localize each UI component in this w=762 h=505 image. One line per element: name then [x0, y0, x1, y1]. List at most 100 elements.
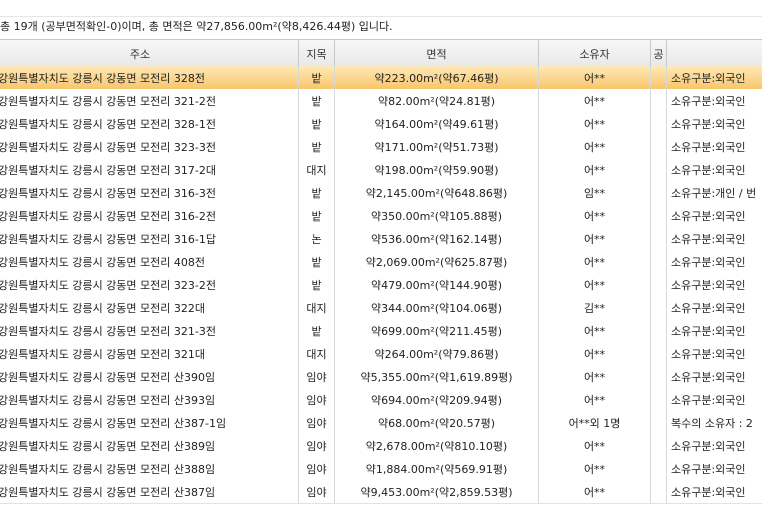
table-row[interactable]: 강원특별자치도 강릉시 강동면 모전리 321대 대지 약264.00m²(약79.…	[0, 342, 762, 366]
cell-jimok: 밭	[299, 112, 335, 135]
table-row[interactable]: 강원특별자치도 강릉시 강동면 모전리 316-3전 밭 약2,145.00m²(약…	[0, 181, 762, 205]
table-row[interactable]: 강원특별자치도 강릉시 강동면 모전리 408전 밭 약2,069.00m²(약62…	[0, 250, 762, 274]
cell-address: 강원특별자치도 강릉시 강동면 모전리 산390임	[0, 365, 299, 388]
cell-area: 약223.00m²(약67.46평)	[335, 66, 539, 89]
cell-area: 약536.00m²(약162.14평)	[335, 227, 539, 250]
cell-gong	[651, 388, 667, 411]
col-header-jimok[interactable]: 지목	[299, 40, 335, 67]
cell-note: 소유구분:외국인	[671, 347, 746, 361]
cell-address: 강원특별자치도 강릉시 강동면 모전리 산393임	[0, 388, 299, 411]
cell-gong	[651, 204, 667, 227]
cell-owner: 어**	[539, 388, 651, 411]
table-row[interactable]: 강원특별자치도 강릉시 강동면 모전리 산393임 임야 약694.00m²(약20…	[0, 388, 762, 412]
cell-owner: 어**	[539, 135, 651, 158]
cell-jimok: 밭	[299, 273, 335, 296]
col-header-note[interactable]	[667, 40, 762, 67]
table-row[interactable]: 강원특별자치도 강릉시 강동면 모전리 316-2전 밭 약350.00m²(약10…	[0, 204, 762, 228]
summary-text: 총 19개 (공부면적확인-0)이며, 총 면적은 약27,856.00m²(약…	[0, 17, 762, 37]
cell-note: 소유구분:외국인	[671, 301, 746, 315]
cell-note: 소유구분:외국인	[671, 163, 746, 177]
table-header: 주소 지목 면적 소유자 공	[0, 39, 762, 68]
cell-gong	[651, 66, 667, 89]
cell-area: 약164.00m²(약49.61평)	[335, 112, 539, 135]
cell-note: 소유구분:외국인	[671, 462, 746, 476]
cell-area: 약82.00m²(약24.81평)	[335, 89, 539, 112]
cell-jimok: 밭	[299, 319, 335, 342]
cell-jimok: 임야	[299, 457, 335, 480]
cell-gong	[651, 342, 667, 365]
cell-jimok: 임야	[299, 365, 335, 388]
cell-owner: 어**외 1명	[539, 411, 651, 434]
cell-owner: 어**	[539, 227, 651, 250]
cell-jimok: 밭	[299, 250, 335, 273]
cell-gong	[651, 250, 667, 273]
parcel-table: 주소 지목 면적 소유자 공 강원특별자치도 강릉시 강동면 모전리 328전 밭…	[0, 39, 762, 505]
table-row[interactable]: 강원특별자치도 강릉시 강동면 모전리 산388임 임야 약1,884.00m²(약…	[0, 457, 762, 481]
table-row[interactable]: 강원특별자치도 강릉시 강동면 모전리 323-2전 밭 약479.00m²(약14…	[0, 273, 762, 297]
cell-jimok: 밭	[299, 66, 335, 89]
col-header-gong[interactable]: 공	[651, 40, 667, 67]
cell-area: 약2,069.00m²(약625.87평)	[335, 250, 539, 273]
table-row[interactable]: 강원특별자치도 강릉시 강동면 모전리 321-2전 밭 약82.00m²(약24.…	[0, 89, 762, 113]
cell-address: 강원특별자치도 강릉시 강동면 모전리 322대	[0, 296, 299, 319]
col-header-owner[interactable]: 소유자	[539, 40, 651, 67]
cell-gong	[651, 135, 667, 158]
cell-jimok: 임야	[299, 388, 335, 411]
cell-note: 소유구분:외국인	[671, 370, 746, 384]
cell-address: 강원특별자치도 강릉시 강동면 모전리 408전	[0, 250, 299, 273]
cell-gong	[651, 480, 667, 503]
cell-jimok: 임야	[299, 434, 335, 457]
cell-gong	[651, 296, 667, 319]
cell-jimok: 밭	[299, 89, 335, 112]
cell-owner: 어**	[539, 204, 651, 227]
cell-address: 강원특별자치도 강릉시 강동면 모전리 316-2전	[0, 204, 299, 227]
cell-address: 강원특별자치도 강릉시 강동면 모전리 323-2전	[0, 273, 299, 296]
cell-jimok: 논	[299, 227, 335, 250]
cell-owner: 어**	[539, 434, 651, 457]
cell-owner: 어**	[539, 319, 651, 342]
cell-owner: 어**	[539, 273, 651, 296]
cell-address: 강원특별자치도 강릉시 강동면 모전리 산387-1임	[0, 411, 299, 434]
table-row[interactable]: 강원특별자치도 강릉시 강동면 모전리 317-2대 대지 약198.00m²(약5…	[0, 158, 762, 182]
cell-address: 강원특별자치도 강릉시 강동면 모전리 316-1답	[0, 227, 299, 250]
cell-jimok: 임야	[299, 411, 335, 434]
table-row[interactable]: 강원특별자치도 강릉시 강동면 모전리 산389임 임야 약2,678.00m²(약…	[0, 434, 762, 458]
cell-owner: 어**	[539, 66, 651, 89]
cell-jimok: 임야	[299, 480, 335, 503]
cell-note: 소유구분:외국인	[671, 439, 746, 453]
cell-note: 소유구분:외국인	[671, 94, 746, 108]
cell-gong	[651, 434, 667, 457]
cell-address: 강원특별자치도 강릉시 강동면 모전리 321-3전	[0, 319, 299, 342]
table-row[interactable]: 강원특별자치도 강릉시 강동면 모전리 328-1전 밭 약164.00m²(약49…	[0, 112, 762, 136]
cell-address: 강원특별자치도 강릉시 강동면 모전리 321-2전	[0, 89, 299, 112]
table-row[interactable]: 강원특별자치도 강릉시 강동면 모전리 산387임 임야 약9,453.00m²(약…	[0, 480, 762, 504]
cell-jimok: 밭	[299, 135, 335, 158]
cell-area: 약2,145.00m²(약648.86평)	[335, 181, 539, 204]
cell-address: 강원특별자치도 강릉시 강동면 모전리 328-1전	[0, 112, 299, 135]
cell-jimok: 밭	[299, 204, 335, 227]
cell-note: 소유구분:개인 / 번	[671, 186, 757, 200]
col-header-address[interactable]: 주소	[0, 40, 299, 67]
col-header-area[interactable]: 면적	[335, 40, 539, 67]
table-row[interactable]: 강원특별자치도 강릉시 강동면 모전리 산390임 임야 약5,355.00m²(약…	[0, 365, 762, 389]
cell-owner: 어**	[539, 342, 651, 365]
cell-jimok: 대지	[299, 342, 335, 365]
cell-area: 약350.00m²(약105.88평)	[335, 204, 539, 227]
cell-owner: 어**	[539, 158, 651, 181]
table-row[interactable]: 강원특별자치도 강릉시 강동면 모전리 316-1답 논 약536.00m²(약16…	[0, 227, 762, 251]
cell-gong	[651, 319, 667, 342]
cell-note: 소유구분:외국인	[671, 140, 746, 154]
cell-address: 강원특별자치도 강릉시 강동면 모전리 323-3전	[0, 135, 299, 158]
cell-note: 소유구분:외국인	[671, 485, 746, 499]
cell-gong	[651, 273, 667, 296]
cell-area: 약694.00m²(약209.94평)	[335, 388, 539, 411]
table-row[interactable]: 강원특별자치도 강릉시 강동면 모전리 산387-1임 임야 약68.00m²(약2…	[0, 411, 762, 435]
cell-note: 복수의 소유자 : 2	[671, 416, 753, 430]
cell-owner: 김**	[539, 296, 651, 319]
table-row[interactable]: 강원특별자치도 강릉시 강동면 모전리 328전 밭 약223.00m²(약67.4…	[0, 66, 762, 90]
cell-area: 약68.00m²(약20.57평)	[335, 411, 539, 434]
table-row[interactable]: 강원특별자치도 강릉시 강동면 모전리 322대 대지 약344.00m²(약104…	[0, 296, 762, 320]
table-row[interactable]: 강원특별자치도 강릉시 강동면 모전리 321-3전 밭 약699.00m²(약21…	[0, 319, 762, 343]
cell-owner: 임**	[539, 181, 651, 204]
table-row[interactable]: 강원특별자치도 강릉시 강동면 모전리 323-3전 밭 약171.00m²(약51…	[0, 135, 762, 159]
